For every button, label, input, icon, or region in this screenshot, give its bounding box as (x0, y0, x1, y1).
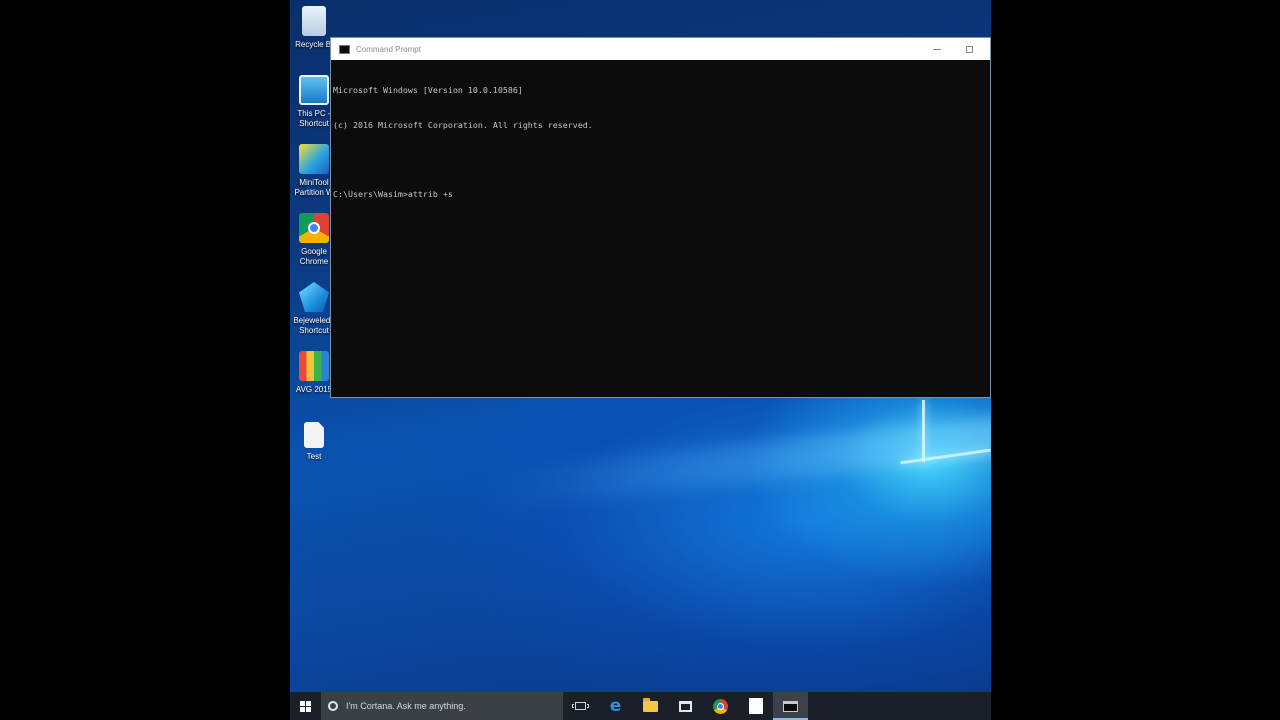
wallpaper-window-light (922, 400, 925, 462)
windows-logo-icon (299, 700, 311, 712)
start-button[interactable] (290, 692, 320, 720)
taskbar: I'm Cortana. Ask me anything. e (290, 692, 991, 720)
file-explorer-icon (643, 697, 658, 712)
letterbox-right (991, 0, 1280, 720)
minimize-icon (933, 48, 941, 50)
command-prompt-taskbar-button[interactable] (773, 692, 808, 720)
this-pc-icon (299, 75, 329, 105)
chrome-taskbar-button[interactable] (703, 692, 738, 720)
store-button[interactable] (668, 692, 703, 720)
console-line: (c) 2016 Microsoft Corporation. All righ… (333, 119, 593, 130)
window-titlebar[interactable]: Command Prompt (331, 38, 990, 60)
desktop-icon-label: Test (306, 452, 322, 461)
store-icon (679, 700, 692, 712)
letterbox-left (0, 0, 290, 720)
console-line-blank (333, 154, 988, 166)
chrome-icon (299, 213, 329, 243)
avg-icon (299, 351, 329, 381)
file-explorer-button[interactable] (633, 692, 668, 720)
chrome-icon (713, 698, 728, 714)
command-prompt-window[interactable]: Command Prompt Microsoft Windows [Versio… (330, 37, 991, 398)
text-file-icon (304, 422, 324, 448)
document-taskbar-button[interactable] (738, 692, 773, 720)
edge-icon: e (609, 695, 622, 716)
cortana-icon (328, 701, 338, 711)
task-view-icon (572, 702, 589, 710)
blank-document-icon (748, 698, 763, 714)
console-line: Microsoft Windows [Version 10.0.10586] (333, 85, 523, 95)
command-prompt-icon (783, 700, 798, 712)
cortana-search-box[interactable]: I'm Cortana. Ask me anything. (321, 692, 563, 720)
task-view-button[interactable] (563, 692, 598, 720)
cortana-placeholder: I'm Cortana. Ask me anything. (346, 701, 466, 711)
desktop-icon-test[interactable]: Test (290, 422, 338, 462)
bejeweled-icon (299, 282, 329, 312)
window-title: Command Prompt (356, 44, 421, 54)
console-prompt-line: C:\Users\Wasim>attrib +s (333, 188, 453, 199)
maximize-button[interactable] (954, 38, 984, 60)
maximize-icon (965, 45, 973, 53)
recycle-bin-icon (302, 6, 326, 36)
minitool-icon (299, 144, 329, 174)
minimize-button[interactable] (922, 38, 952, 60)
command-prompt-icon (339, 44, 350, 54)
console-output[interactable]: Microsoft Windows [Version 10.0.10586] (… (331, 60, 990, 225)
edge-button[interactable]: e (598, 692, 633, 720)
